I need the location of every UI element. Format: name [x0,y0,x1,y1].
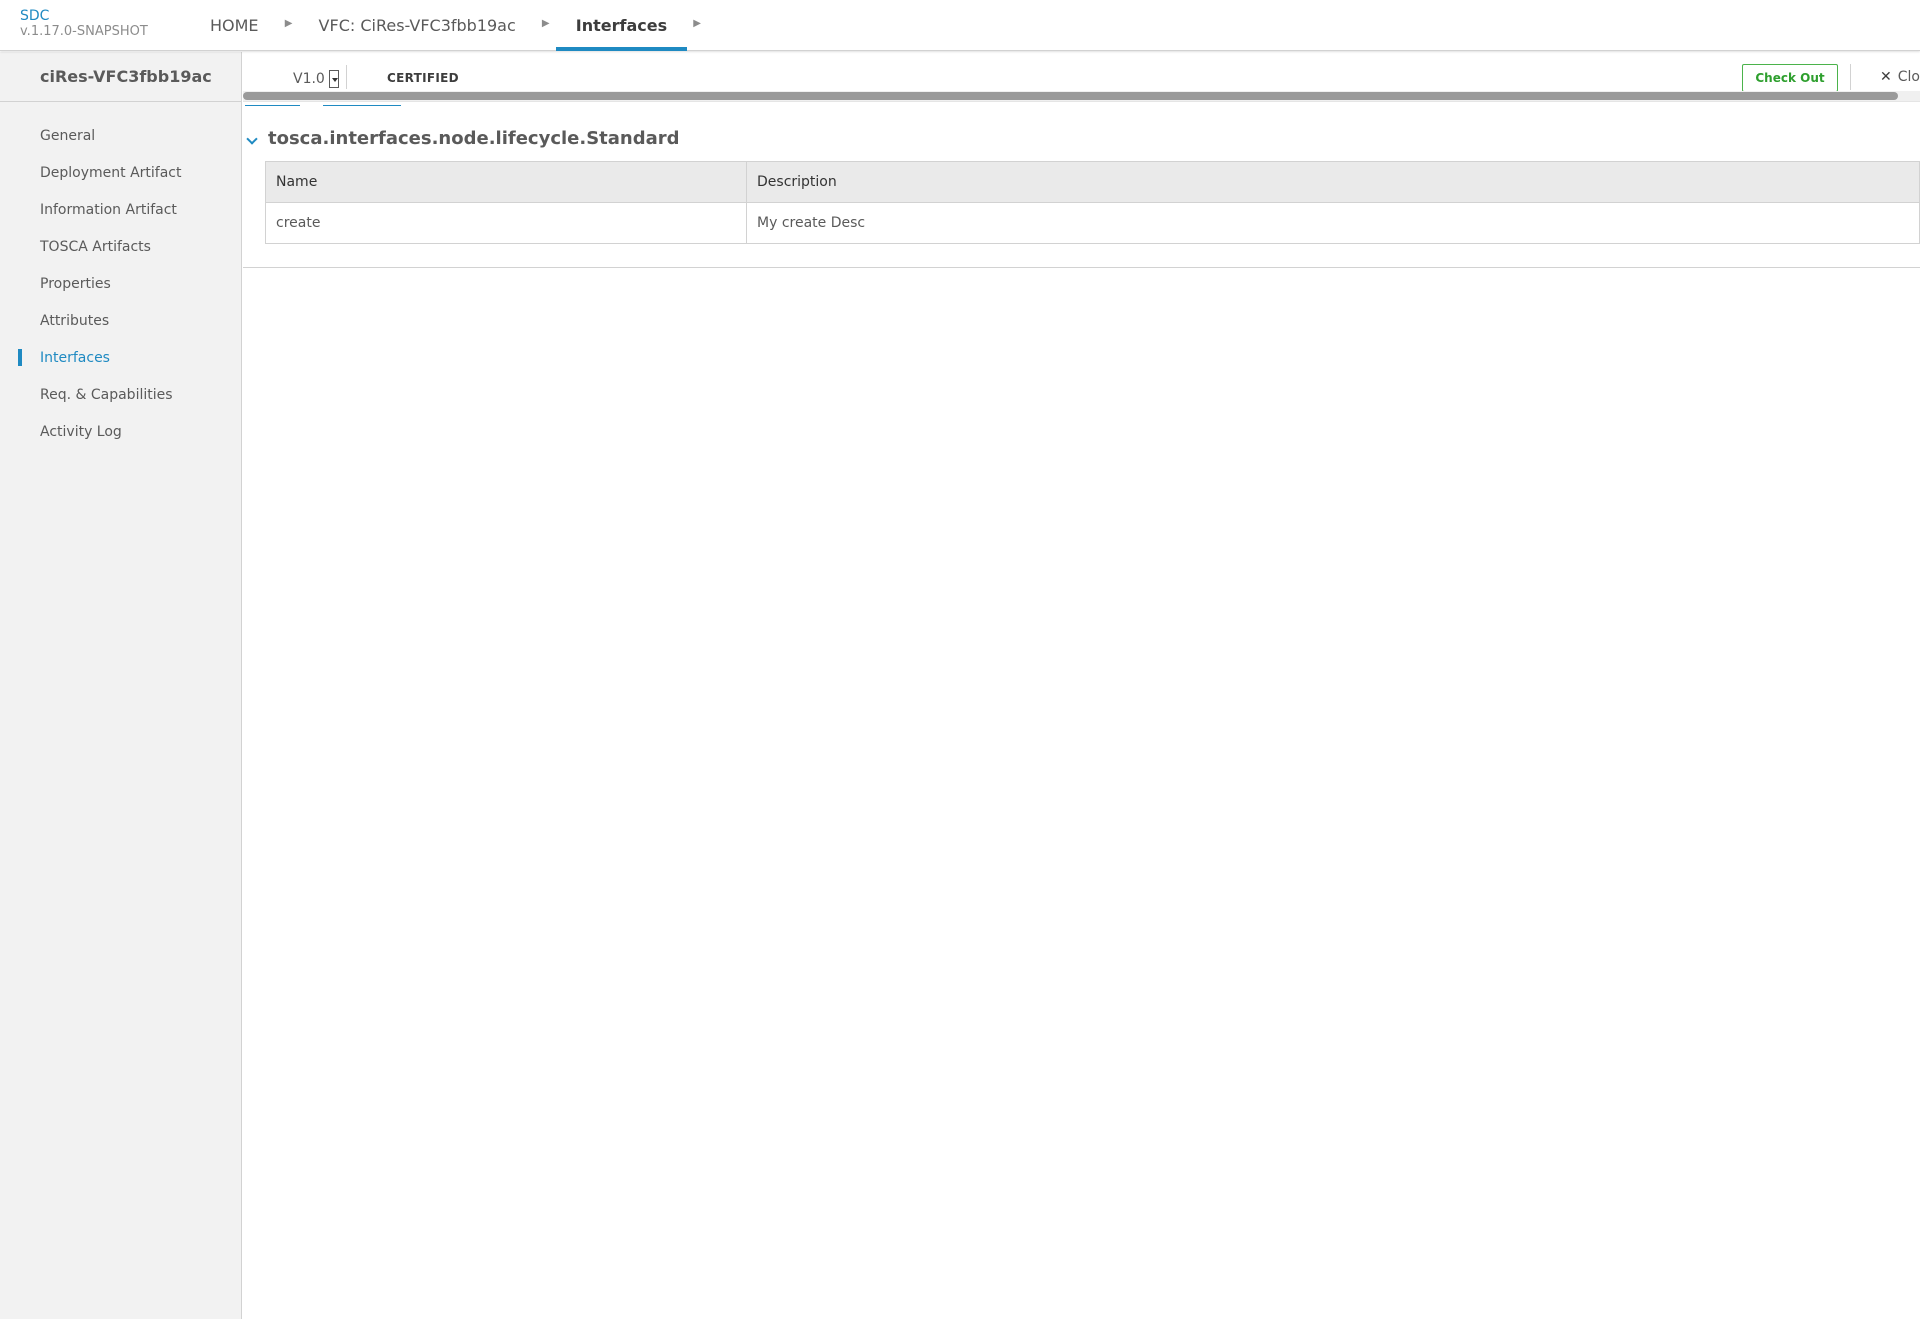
caret-down-icon[interactable] [328,70,339,88]
column-header-description: Description [746,161,1920,203]
sidebar-item-tosca-artifacts[interactable]: TOSCA Artifacts [0,228,241,265]
table-row[interactable]: create My create Desc [265,202,1920,244]
breadcrumb-home[interactable]: HOME [190,0,279,51]
operations-table: Name Description create My create Desc [265,161,1920,244]
operation-name: create [265,202,747,244]
breadcrumb-interfaces[interactable]: Interfaces [555,0,688,51]
breadcrumb-vfc[interactable]: VFC: CiRes-VFC3fbb19ac [299,0,536,51]
header-divider [1850,64,1851,90]
interfaces-section: tosca.interfaces.node.lifecycle.Standard… [243,116,1920,268]
sidebar-item-deployment-artifact[interactable]: Deployment Artifact [0,154,241,191]
left-sidebar: ciRes-VFC3fbb19ac General Deployment Art… [0,52,242,1319]
header-divider [346,65,347,89]
version-select[interactable]: V1.0 [293,68,339,90]
breadcrumb-arrow-icon[interactable]: ▶ [536,0,556,51]
breadcrumb-arrow-icon[interactable]: ▶ [687,0,707,51]
interface-name: tosca.interfaces.node.lifecycle.Standard [268,127,680,149]
interface-header[interactable]: tosca.interfaces.node.lifecycle.Standard [243,126,680,150]
horizontal-scrollbar[interactable] [243,91,1920,101]
sidebar-title: ciRes-VFC3fbb19ac [0,52,241,102]
clipped-link-underline [323,105,401,106]
sidebar-item-properties[interactable]: Properties [0,265,241,302]
version-value: V1.0 [293,71,325,87]
sidebar-item-information-artifact[interactable]: Information Artifact [0,191,241,228]
close-label: Clo [1897,69,1920,85]
chevron-down-icon[interactable] [247,137,257,147]
sidebar-item-attributes[interactable]: Attributes [0,302,241,339]
lifecycle-status: CERTIFIED [387,71,459,85]
top-bar: SDC v.1.17.0-SNAPSHOT HOME ▶ VFC: CiRes-… [0,0,1920,51]
app-version: v.1.17.0-SNAPSHOT [20,24,148,39]
sidebar-item-general[interactable]: General [0,117,241,154]
breadcrumb: HOME ▶ VFC: CiRes-VFC3fbb19ac ▶ Interfac… [190,0,707,51]
sidebar-item-activity-log[interactable]: Activity Log [0,413,241,450]
app-logo[interactable]: SDC v.1.17.0-SNAPSHOT [20,8,148,40]
app-name: SDC [20,8,50,24]
sidebar-item-interfaces[interactable]: Interfaces [0,339,241,376]
close-icon[interactable]: ✕ [1880,69,1892,85]
operation-description: My create Desc [746,202,1920,244]
column-header-name: Name [265,161,747,203]
sidebar-item-req-capabilities[interactable]: Req. & Capabilities [0,376,241,413]
close-button[interactable]: ✕ Clo [1880,69,1920,85]
scrollbar-thumb[interactable] [243,92,1898,100]
sidebar-menu: General Deployment Artifact Information … [0,102,241,450]
table-header-row: Name Description [265,161,1920,203]
clipped-link-underline [245,105,300,106]
breadcrumb-arrow-icon[interactable]: ▶ [279,0,299,51]
check-out-button[interactable]: Check Out [1742,64,1838,92]
